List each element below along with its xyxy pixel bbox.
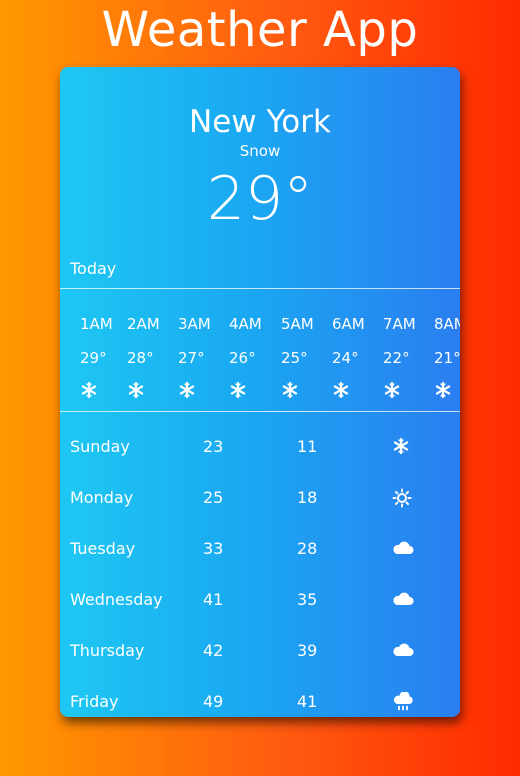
daily-row: Thursday 42 39 [60, 631, 460, 671]
cloud-icon [392, 539, 414, 559]
day-low-temperature: 11 [297, 437, 318, 456]
hour-time: 2AM [127, 315, 160, 333]
day-low-temperature: 39 [297, 641, 318, 660]
day-name: Friday [70, 692, 119, 711]
cloud-icon [392, 590, 414, 610]
hour-time: 3AM [178, 315, 211, 333]
hour-temperature: 24° [332, 349, 359, 367]
day-low-temperature: 18 [297, 488, 318, 507]
weather-card: New York Snow 29° Today 1AM 29° 2AM 28° 3AM 2… [60, 67, 460, 717]
day-name: Tuesday [70, 539, 136, 558]
day-low-temperature: 28 [297, 539, 318, 558]
hour-time: 4AM [229, 315, 262, 333]
daily-row: Tuesday 33 28 [60, 529, 460, 569]
hour-time: 1AM [80, 315, 113, 333]
day-name: Monday [70, 488, 134, 507]
day-high-temperature: 33 [203, 539, 224, 558]
day-name: Wednesday [70, 590, 163, 609]
hour-temperature: 25° [281, 349, 308, 367]
hourly-item: 6AM 24° [332, 313, 384, 409]
snowflake-icon [392, 437, 414, 457]
day-low-temperature: 35 [297, 590, 318, 609]
daily-row: Monday 25 18 [60, 478, 460, 518]
snowflake-icon [332, 381, 350, 399]
hour-temperature: 21° [434, 349, 460, 367]
snowflake-icon [80, 381, 98, 399]
snowflake-icon [178, 381, 196, 399]
day-high-temperature: 49 [203, 692, 224, 711]
cloud-icon [392, 641, 414, 661]
day-high-temperature: 41 [203, 590, 224, 609]
hour-temperature: 28° [127, 349, 154, 367]
hour-time: 7AM [383, 315, 416, 333]
snowflake-icon [281, 381, 299, 399]
hourly-item: 2AM 28° [127, 313, 179, 409]
current-temperature: 29° [206, 164, 314, 234]
daily-row: Friday 49 41 [60, 682, 460, 717]
divider [60, 411, 460, 412]
rain-cloud-icon [392, 692, 414, 712]
daily-row: Sunday 23 11 [60, 427, 460, 467]
hour-time: 6AM [332, 315, 365, 333]
hour-temperature: 26° [229, 349, 256, 367]
divider [60, 288, 460, 289]
hour-time: 5AM [281, 315, 314, 333]
hour-time: 8AM [434, 315, 460, 333]
hour-temperature: 29° [80, 349, 107, 367]
hourly-item: 3AM 27° [178, 313, 230, 409]
day-low-temperature: 41 [297, 692, 318, 711]
day-name: Sunday [70, 437, 130, 456]
day-high-temperature: 23 [203, 437, 224, 456]
city-name: New York [189, 104, 331, 140]
today-label: Today [70, 259, 117, 278]
snowflake-icon [434, 381, 452, 399]
daily-row: Wednesday 41 35 [60, 580, 460, 620]
hourly-item: 8AM 21° [434, 313, 460, 409]
day-high-temperature: 25 [203, 488, 224, 507]
snowflake-icon [127, 381, 145, 399]
day-high-temperature: 42 [203, 641, 224, 660]
hourly-item: 1AM 29° [80, 313, 132, 409]
hourly-item: 7AM 22° [383, 313, 435, 409]
hour-temperature: 27° [178, 349, 205, 367]
sun-icon [392, 488, 414, 508]
weather-condition: Snow [239, 142, 281, 160]
snowflake-icon [383, 381, 401, 399]
hour-temperature: 22° [383, 349, 410, 367]
hourly-item: 5AM 25° [281, 313, 333, 409]
snowflake-icon [229, 381, 247, 399]
day-name: Thursday [70, 641, 145, 660]
hourly-item: 4AM 26° [229, 313, 281, 409]
app-title: Weather App [101, 2, 419, 58]
